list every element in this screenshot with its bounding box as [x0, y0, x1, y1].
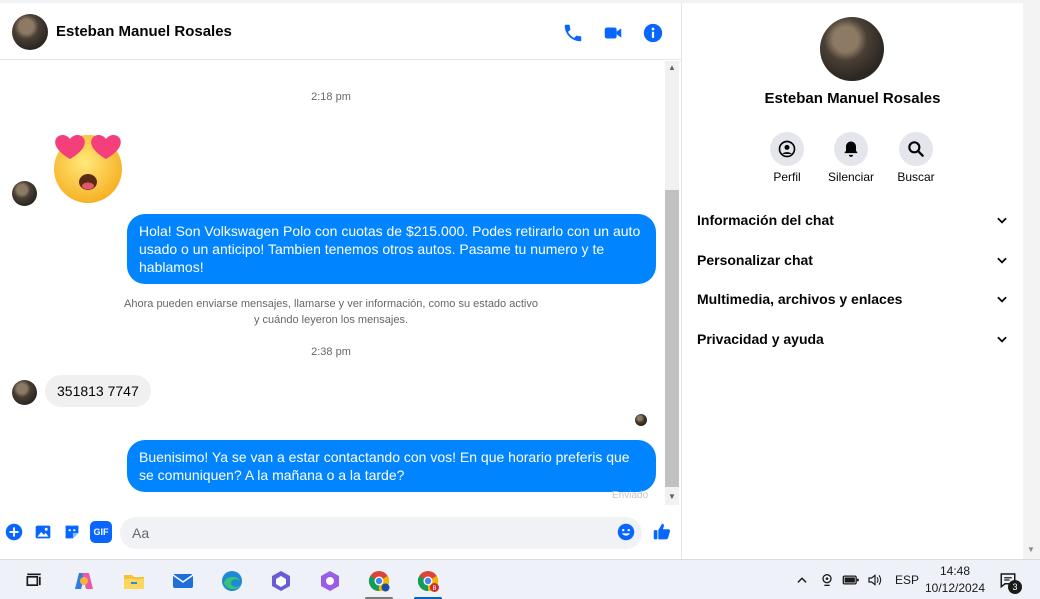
thumbs-up-icon[interactable] — [651, 521, 673, 543]
photo-icon[interactable] — [32, 521, 54, 543]
copilot-button[interactable] — [66, 566, 102, 596]
sender-avatar[interactable] — [12, 181, 37, 206]
sticker-icon[interactable] — [61, 521, 83, 543]
tray-overflow[interactable] — [795, 560, 809, 599]
profile-icon-wrap — [770, 132, 804, 166]
chevron-down-icon — [997, 257, 1007, 264]
scroll-up-arrow[interactable]: ▲ — [666, 62, 678, 74]
mute-label: Silenciar — [827, 170, 875, 184]
chrome-badge: B — [432, 586, 436, 592]
app-button[interactable] — [263, 566, 299, 596]
battery-icon — [842, 575, 859, 585]
language-indicator[interactable]: ESP — [895, 560, 919, 599]
webcam-icon — [822, 574, 832, 586]
chevron-down-icon — [997, 336, 1007, 343]
bell-icon — [844, 141, 858, 157]
outgoing-message[interactable]: Hola! Son Volkswagen Polo con cuotas de … — [127, 214, 656, 284]
app-button[interactable] — [312, 566, 348, 596]
contact-name[interactable]: Esteban Manuel Rosales — [56, 23, 232, 40]
emoji-icon[interactable] — [615, 521, 637, 543]
task-view-button[interactable] — [16, 566, 52, 596]
section-label: Información del chat — [697, 212, 834, 228]
chrome-icon — [368, 571, 390, 592]
system-note: Ahora pueden enviarse mensajes, llamarse… — [100, 296, 562, 328]
sender-avatar[interactable] — [12, 380, 37, 405]
section-customize-chat[interactable]: Personalizar chat — [697, 248, 1009, 272]
search-label: Buscar — [897, 170, 935, 184]
chrome-button[interactable] — [361, 566, 397, 599]
battery-status[interactable] — [842, 560, 860, 599]
timestamp: 2:38 pm — [311, 346, 351, 358]
chevron-up-icon — [797, 577, 807, 583]
chrome-icon: B — [417, 571, 439, 592]
incoming-message[interactable]: 351813 7747 — [45, 375, 151, 407]
plus-icon[interactable] — [3, 521, 25, 543]
app-icon — [272, 571, 290, 591]
camera-status[interactable] — [819, 560, 835, 599]
mail-icon — [172, 574, 194, 588]
clock-time: 14:48 — [939, 564, 971, 578]
composer: GIF — [0, 510, 682, 557]
mail-button[interactable] — [165, 566, 201, 596]
chrome-profile-button[interactable]: B — [410, 566, 446, 599]
section-chat-info[interactable]: Información del chat — [697, 208, 1009, 232]
notification-count-badge: 3 — [1008, 580, 1022, 594]
message-status: Enviado — [612, 490, 649, 501]
mute-button[interactable]: Silenciar — [816, 132, 886, 184]
timestamp: 2:18 pm — [311, 91, 351, 103]
profile-button[interactable]: Perfil — [752, 132, 822, 184]
section-media-files[interactable]: Multimedia, archivos y enlaces — [697, 287, 1009, 311]
page-scroll-down-arrow[interactable]: ▼ — [1027, 545, 1035, 554]
file-explorer-button[interactable] — [116, 566, 152, 596]
chat-details-panel: Esteban Manuel Rosales Perfil Silenciar — [682, 3, 1023, 559]
profile-label: Perfil — [773, 170, 801, 184]
clock-date: 10/12/2024 — [924, 581, 986, 595]
message-list: 2:18 pm Hola! Son Volkswagen Polo con cu… — [0, 61, 664, 507]
section-privacy-help[interactable]: Privacidad y ayuda — [697, 327, 1009, 351]
message-input[interactable] — [120, 517, 642, 549]
contact-avatar[interactable] — [12, 14, 48, 50]
search-button[interactable]: Buscar — [881, 132, 951, 184]
volume-control[interactable] — [866, 560, 884, 599]
video-icon[interactable] — [602, 22, 624, 44]
panel-contact-name: Esteban Manuel Rosales — [764, 90, 941, 107]
section-label: Multimedia, archivos y enlaces — [697, 291, 903, 307]
scrollbar-thumb[interactable] — [665, 190, 679, 487]
chevron-down-icon — [997, 296, 1007, 303]
gif-button[interactable]: GIF — [90, 521, 112, 543]
section-label: Privacidad y ayuda — [697, 331, 824, 347]
edge-icon — [222, 571, 242, 591]
chat-header: Esteban Manuel Rosales — [0, 3, 682, 60]
app-icon — [321, 571, 339, 591]
scroll-down-arrow[interactable]: ▼ — [666, 491, 678, 503]
phone-icon[interactable] — [562, 22, 584, 44]
info-icon[interactable] — [642, 22, 664, 44]
taskbar: B ESP 14:48 10/12/2024 3 — [0, 559, 1040, 599]
profile-icon — [778, 140, 796, 158]
chevron-down-icon — [997, 217, 1007, 224]
section-label: Personalizar chat — [697, 252, 813, 268]
bell-icon-wrap — [834, 132, 868, 166]
screen: Esteban Manuel Rosales 2:18 pm Hola! Son… — [0, 0, 1040, 599]
seen-avatar — [635, 414, 647, 426]
search-icon-wrap — [899, 132, 933, 166]
panel-avatar[interactable] — [820, 17, 884, 81]
copilot-icon — [75, 573, 93, 589]
edge-button[interactable] — [214, 566, 250, 596]
clock[interactable]: 14:48 10/12/2024 — [920, 563, 990, 597]
folder-icon — [124, 575, 144, 589]
system-note-line: Ahora pueden enviarse mensajes, llamarse… — [124, 298, 538, 310]
page-scrollbar[interactable] — [1023, 0, 1040, 559]
outgoing-message[interactable]: Buenisimo! Ya se van a estar contactando… — [127, 440, 656, 492]
speaker-icon — [868, 574, 882, 586]
heart-eyes-emoji[interactable] — [48, 125, 128, 205]
system-note-line: y cuándo leyeron los mensajes. — [253, 314, 409, 326]
task-view-icon — [26, 573, 41, 586]
search-icon — [908, 141, 924, 157]
